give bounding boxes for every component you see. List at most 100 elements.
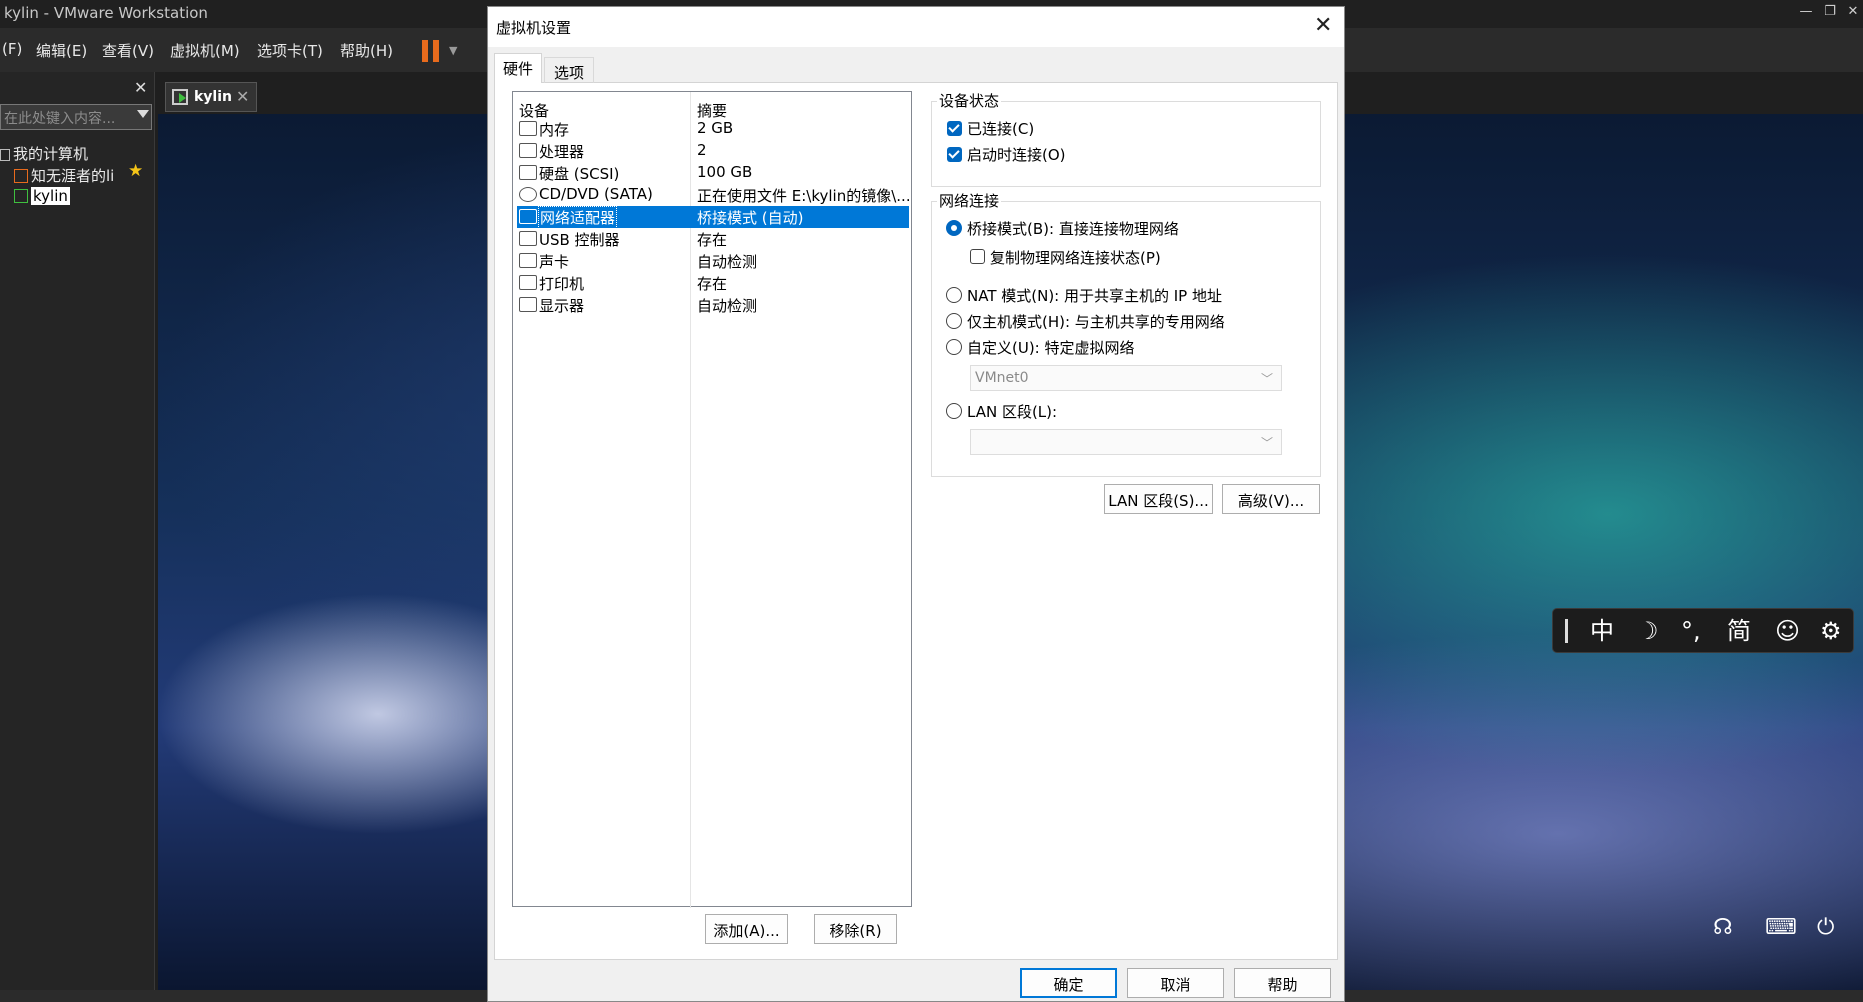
tree-item-kylin[interactable]: kylin: [14, 187, 70, 205]
device-row-display[interactable]: 显示器 自动检测: [517, 294, 909, 316]
device-row-printer[interactable]: 打印机 存在: [517, 272, 909, 294]
menu-edit[interactable]: 编辑(E): [36, 40, 87, 61]
memory-icon: [519, 121, 537, 136]
device-name: 内存: [539, 121, 570, 139]
lan-segment-radio[interactable]: [946, 403, 962, 419]
device-name: 硬盘 (SCSI): [539, 165, 620, 183]
replicate-state-label: 复制物理网络连接状态(P): [990, 249, 1161, 267]
tree-label: kylin: [31, 187, 70, 205]
device-name: 处理器: [539, 143, 585, 161]
vm-running-icon: [14, 189, 28, 203]
tab-close-icon[interactable]: ✕: [236, 87, 249, 106]
favorite-star-icon: ★: [128, 161, 144, 181]
power-icon[interactable]: ⏻: [1817, 915, 1834, 940]
menu-help[interactable]: 帮助(H): [340, 40, 393, 61]
device-row-processor[interactable]: 处理器 2: [517, 140, 909, 162]
emoji-icon[interactable]: ☺: [1775, 616, 1800, 646]
connected-checkbox[interactable]: [947, 121, 962, 136]
ime-drag-handle[interactable]: [1565, 619, 1568, 643]
sidebar-close-icon[interactable]: ✕: [134, 78, 147, 97]
menu-vm[interactable]: 虚拟机(M): [170, 40, 240, 61]
device-row-hard-disk[interactable]: 硬盘 (SCSI) 100 GB: [517, 162, 909, 184]
punctuation-icon[interactable]: °,: [1681, 616, 1701, 646]
usb-icon: [519, 231, 537, 246]
tab-label: kylin: [194, 89, 233, 105]
menu-tabs[interactable]: 选项卡(T): [257, 40, 323, 61]
user-switch-icon[interactable]: ☊: [1713, 915, 1733, 940]
minimize-button[interactable]: —: [1796, 4, 1816, 19]
chevron-down-icon[interactable]: ▼: [449, 44, 457, 57]
chevron-down-icon: ﹀: [1260, 372, 1273, 386]
host-only-radio[interactable]: [946, 313, 962, 329]
nat-radio[interactable]: [946, 287, 962, 303]
keyboard-icon[interactable]: ⌨: [1765, 915, 1797, 940]
device-row-sound-card[interactable]: 声卡 自动检测: [517, 250, 909, 272]
device-row-memory[interactable]: 内存 2 GB: [517, 118, 909, 140]
custom-network-select: VMnet0 ﹀: [970, 365, 1282, 391]
custom-network-value: VMnet0: [975, 370, 1029, 386]
replicate-state-checkbox[interactable]: [970, 249, 985, 264]
menu-view[interactable]: 查看(V): [102, 40, 154, 61]
ime-chinese-toggle[interactable]: 中: [1590, 616, 1614, 646]
pause-icon[interactable]: [422, 40, 440, 62]
tree-item-my-computer[interactable]: 我的计算机: [0, 143, 88, 164]
library-search-input[interactable]: 在此处键入内容...: [0, 104, 152, 130]
bridged-label: 桥接模式(B): 直接连接物理网络: [967, 220, 1179, 238]
device-summary: 存在: [697, 231, 728, 249]
moon-icon[interactable]: ☽: [1637, 616, 1659, 646]
dialog-titlebar: 虚拟机设置: [488, 7, 1344, 47]
ok-button[interactable]: 确定: [1020, 968, 1117, 998]
hard-disk-icon: [519, 165, 537, 180]
tab-kylin[interactable]: kylin ✕: [165, 82, 257, 112]
device-summary: 自动检测: [697, 297, 758, 315]
device-list[interactable]: 设备 摘要 内存 2 GB 处理器 2 硬盘 (SCSI) 100 GB CD/…: [512, 91, 912, 908]
lan-segments-button[interactable]: LAN 区段(S)...: [1104, 484, 1213, 514]
connected-label: 已连接(C): [967, 120, 1035, 138]
device-summary: 2 GB: [697, 119, 734, 137]
window-title: kylin - VMware Workstation: [4, 4, 208, 22]
tab-options[interactable]: 选项: [544, 57, 594, 83]
menu-file[interactable]: (F): [2, 40, 22, 58]
network-icon: [519, 209, 537, 224]
ime-simplified-toggle[interactable]: 简: [1727, 616, 1751, 646]
lan-segment-select: ﹀: [970, 429, 1282, 455]
device-name: CD/DVD (SATA): [539, 185, 653, 203]
custom-label: 自定义(U): 特定虚拟网络: [967, 339, 1135, 357]
device-row-cd-dvd[interactable]: CD/DVD (SATA) 正在使用文件 E:\kylin的镜像\...: [517, 184, 909, 206]
gear-icon[interactable]: ⚙: [1820, 616, 1842, 646]
lan-segment-label: LAN 区段(L):: [967, 403, 1058, 421]
connect-at-power-on-label: 启动时连接(O): [967, 146, 1066, 164]
device-summary: 桥接模式 (自动): [697, 209, 804, 227]
device-name: USB 控制器: [539, 231, 620, 249]
network-connection-title: 网络连接: [937, 190, 1002, 211]
connect-at-power-on-checkbox[interactable]: [947, 147, 962, 162]
tree-label: 知无涯者的li: [31, 167, 115, 185]
cancel-button[interactable]: 取消: [1127, 968, 1224, 998]
bridged-radio[interactable]: [946, 220, 962, 236]
device-row-network-adapter[interactable]: 网络适配器 桥接模式 (自动): [517, 206, 909, 229]
device-summary: 2: [697, 141, 707, 159]
search-dropdown-icon[interactable]: [137, 110, 149, 118]
cd-icon: [519, 187, 537, 202]
close-window-button[interactable]: ✕: [1843, 4, 1863, 19]
tree-item-vm-1[interactable]: 知无涯者的li: [14, 165, 114, 186]
device-name: 网络适配器: [538, 206, 618, 229]
cpu-icon: [519, 143, 537, 158]
tab-hardware[interactable]: 硬件: [494, 53, 542, 83]
speaker-icon: [519, 253, 537, 268]
device-summary: 自动检测: [697, 253, 758, 271]
device-name: 打印机: [539, 275, 585, 293]
device-row-usb-controller[interactable]: USB 控制器 存在: [517, 228, 909, 250]
help-button[interactable]: 帮助: [1234, 968, 1331, 998]
custom-radio[interactable]: [946, 339, 962, 355]
dialog-close-icon[interactable]: ✕: [1314, 13, 1332, 38]
add-device-button[interactable]: 添加(A)...: [705, 914, 788, 944]
library-sidebar: [0, 72, 155, 990]
device-summary: 100 GB: [697, 163, 753, 181]
device-name: 声卡: [539, 253, 570, 271]
restore-button[interactable]: ❐: [1820, 4, 1840, 19]
printer-icon: [519, 275, 537, 290]
advanced-button[interactable]: 高级(V)...: [1222, 484, 1320, 514]
vm-settings-dialog: 虚拟机设置 ✕ 硬件 选项 设备 摘要 内存 2 GB 处理器 2 硬盘 (SC…: [487, 6, 1345, 1002]
remove-device-button[interactable]: 移除(R): [814, 914, 897, 944]
